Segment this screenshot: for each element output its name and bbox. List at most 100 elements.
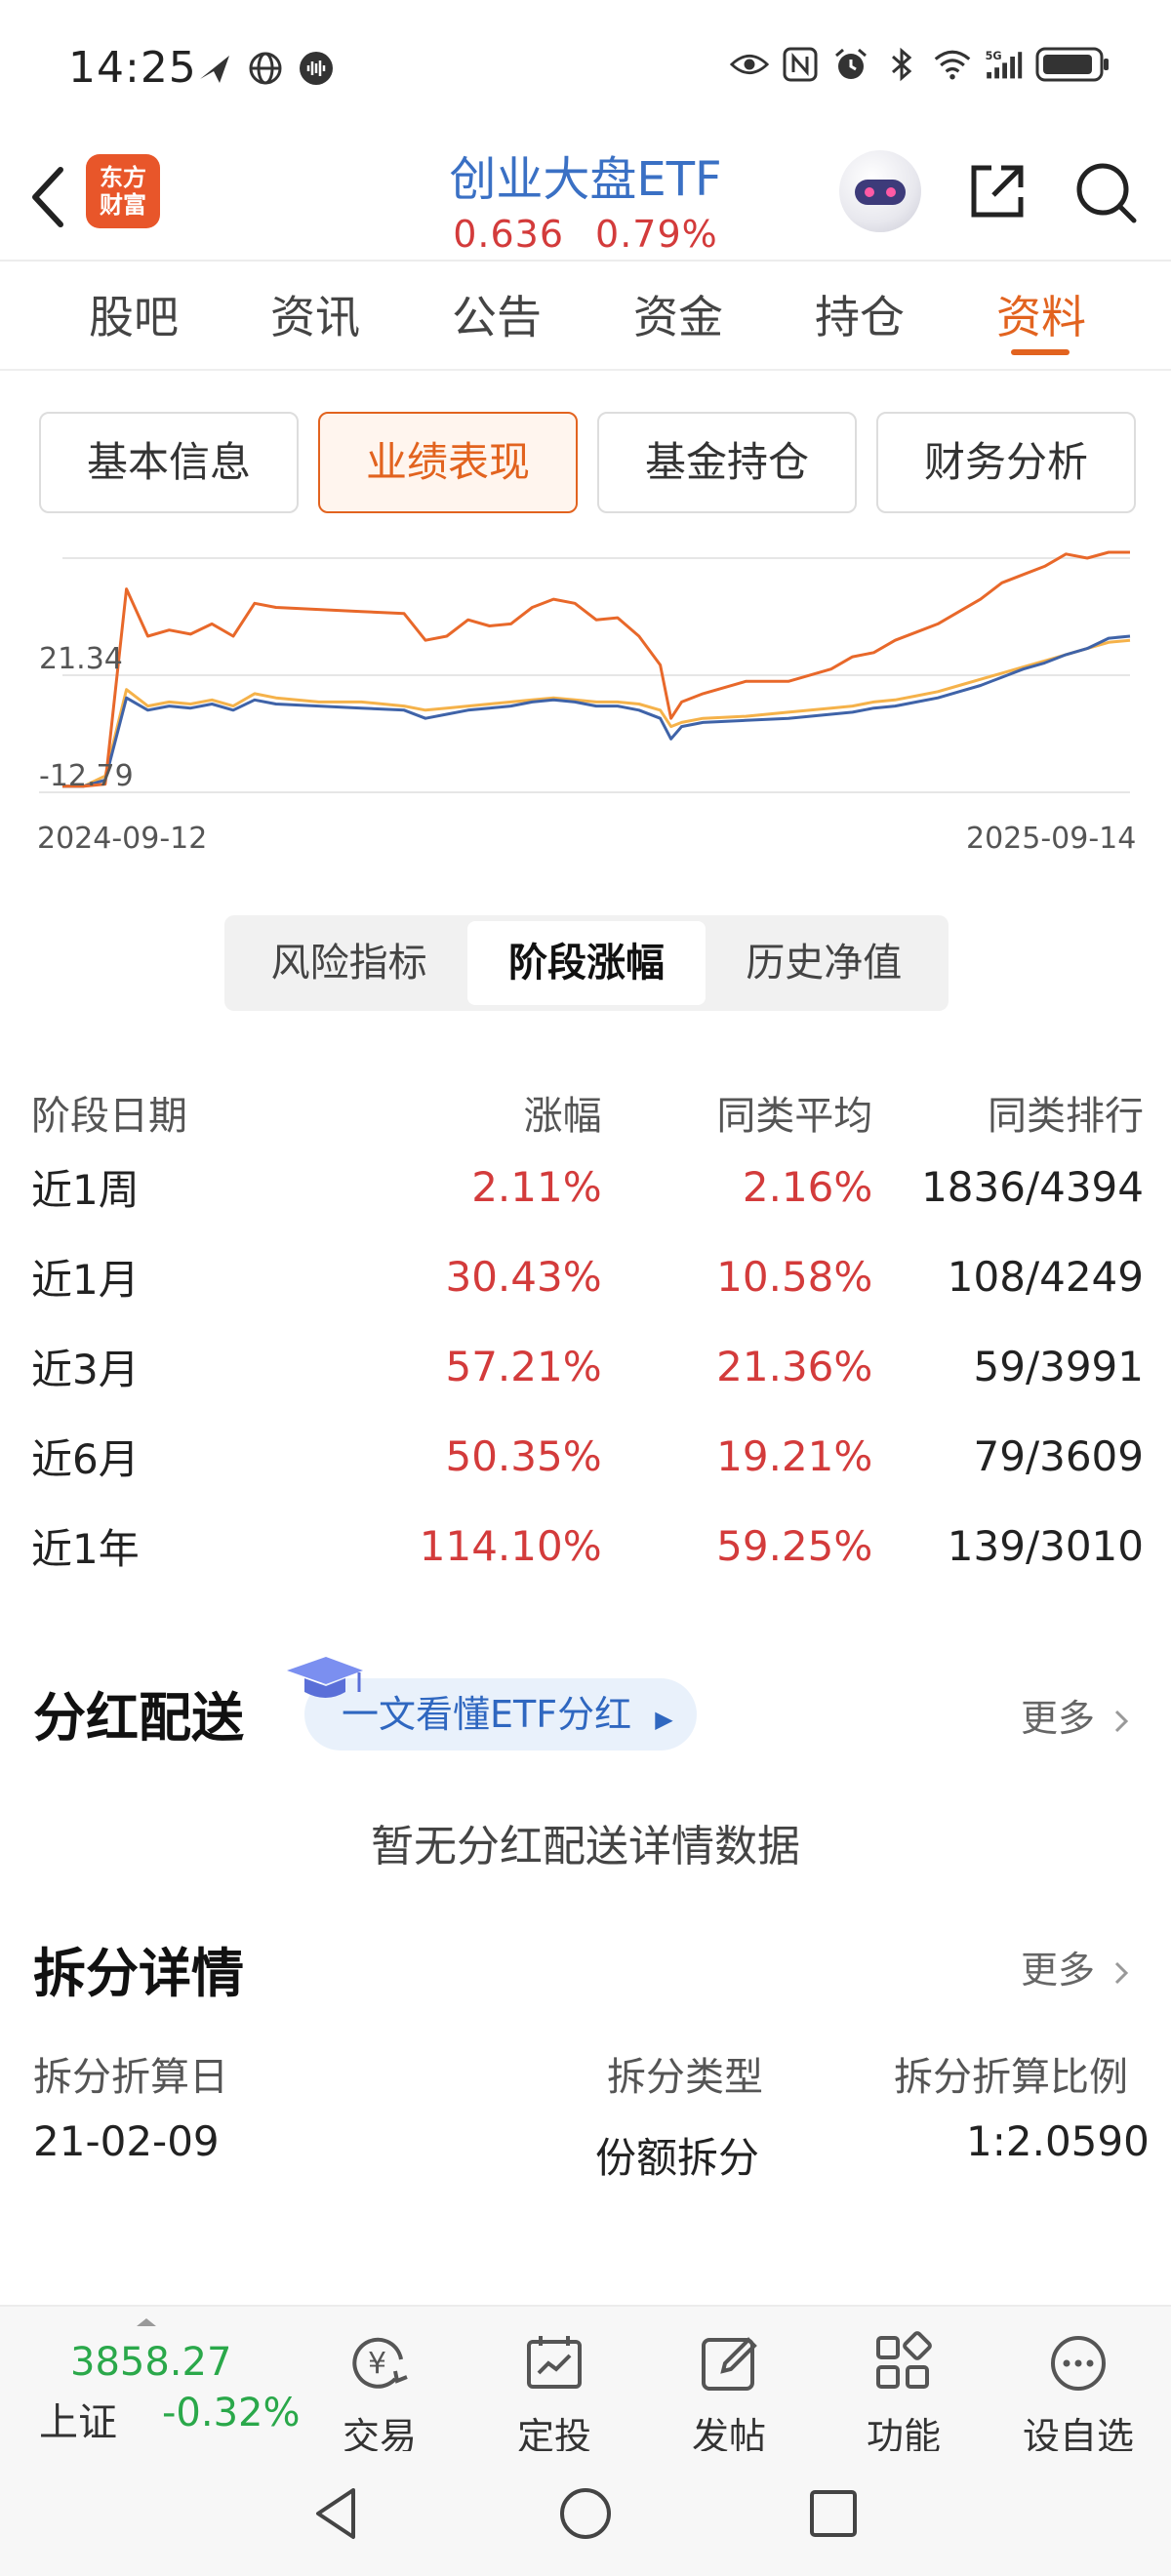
table-header: 阶段日期 涨幅 同类平均 同类排行: [31, 1083, 1144, 1142]
nav-post[interactable]: 发帖: [666, 2316, 792, 2460]
header-period: 阶段日期: [31, 1094, 187, 1139]
row-peer-avg: 21.36%: [716, 1342, 873, 1390]
nav-auto-invest[interactable]: 定投: [491, 2316, 618, 2460]
row-peer-rank: 108/4249: [947, 1252, 1144, 1301]
fund-price: 0.636: [453, 213, 565, 256]
square-recents-icon: [810, 2490, 857, 2537]
robot-eye-right: [886, 187, 896, 197]
split-header-type: 拆分类型: [607, 2055, 763, 2100]
seg-risk-metrics[interactable]: 风险指标: [230, 921, 467, 1005]
subtab-financial-analysis[interactable]: 财务分析: [876, 412, 1136, 513]
dividend-more-link[interactable]: 更多: [1021, 1688, 1132, 1742]
nav-trade[interactable]: ¥ 交易: [316, 2316, 443, 2460]
nav-add-watchlist[interactable]: 设自选: [1015, 2316, 1142, 2460]
globe-icon: [246, 49, 285, 88]
graduation-cap-icon: [283, 1653, 365, 1711]
tab-profile[interactable]: 资料: [950, 263, 1132, 369]
split-header-ratio: 拆分折算比例: [894, 2055, 1128, 2100]
ai-assistant-avatar[interactable]: [839, 150, 921, 232]
sub-tab-bar: 基本信息 业绩表现 基金持仓 财务分析: [39, 412, 1136, 513]
row-period: 近1周: [31, 1165, 140, 1214]
table-row: 近3月 57.21% 21.36% 59/3991: [31, 1321, 1144, 1411]
nav-functions[interactable]: 功能: [840, 2316, 967, 2460]
row-peer-rank: 59/3991: [973, 1342, 1144, 1390]
more-label: 更多: [1021, 1949, 1096, 1992]
tab-announcements[interactable]: 公告: [406, 263, 587, 369]
tab-guba[interactable]: 股吧: [43, 263, 224, 369]
tab-fund-flow[interactable]: 资金: [587, 263, 769, 369]
table-row: 近1周 2.11% 2.16% 1836/4394: [31, 1142, 1144, 1231]
index-value: 3858.27: [70, 2340, 232, 2385]
row-period: 近1月: [31, 1255, 140, 1304]
row-change: 57.21%: [445, 1342, 602, 1390]
y-tick-label: -12.79: [39, 759, 134, 793]
row-peer-avg: 10.58%: [716, 1252, 873, 1301]
svg-text:¥: ¥: [368, 2347, 386, 2381]
table-row: 近1年 114.10% 59.25% 139/3010: [31, 1501, 1144, 1590]
chevron-left-icon: [32, 167, 63, 227]
row-period: 近1年: [31, 1524, 140, 1573]
circle-home-icon: [560, 2488, 611, 2539]
voice-icon: [297, 49, 336, 88]
row-peer-avg: 19.21%: [716, 1431, 873, 1480]
robot-eye-left: [865, 187, 874, 197]
x-tick-label: 2024-09-12: [37, 822, 208, 856]
system-back-button[interactable]: [306, 2482, 369, 2545]
app-header: 东方财富 创业大盘ETF 0.636 0.79%: [0, 137, 1171, 262]
subtab-basic-info[interactable]: 基本信息: [39, 412, 299, 513]
back-button[interactable]: [21, 158, 76, 236]
share-icon: [971, 165, 1024, 218]
system-navigation-bar: [0, 2451, 1171, 2576]
yen-refresh-icon: ¥: [352, 2337, 408, 2389]
index-name: 上证: [39, 2400, 117, 2445]
paper-plane-icon: [195, 49, 234, 88]
split-header-date: 拆分折算日: [33, 2055, 228, 2100]
more-dots-icon: [1051, 2336, 1106, 2391]
header-peer-avg: 同类平均: [716, 1094, 873, 1139]
system-home-button[interactable]: [554, 2482, 617, 2545]
main-tab-bar: 股吧 资讯 公告 资金 持仓 资料: [0, 263, 1171, 371]
chevron-right-icon: [1115, 1961, 1129, 1984]
row-change: 114.10%: [419, 1521, 602, 1570]
tab-news[interactable]: 资讯: [224, 263, 406, 369]
nfc-icon: [781, 45, 820, 84]
performance-chart[interactable]: 21.34 -12.79 2024-09-12 2025-09-14: [0, 546, 1171, 878]
robot-icon: [855, 180, 906, 205]
grid-apps-icon: [876, 2331, 932, 2389]
alarm-icon: [831, 45, 870, 84]
search-button[interactable]: [1073, 160, 1138, 224]
edit-icon: [702, 2337, 757, 2391]
seg-nav-history[interactable]: 历史净值: [706, 921, 943, 1005]
tab-holdings[interactable]: 持仓: [769, 263, 950, 369]
svg-text:5G: 5G: [986, 50, 1002, 62]
fund-title: 创业大盘ETF: [449, 152, 722, 207]
y-tick-label: 21.34: [39, 642, 123, 676]
row-change: 30.43%: [445, 1252, 602, 1301]
row-peer-avg: 59.25%: [716, 1521, 873, 1570]
row-peer-rank: 139/3010: [947, 1521, 1144, 1570]
header-peer-rank: 同类排行: [988, 1094, 1144, 1139]
split-section-title: 拆分详情: [33, 1943, 244, 2004]
chart-calendar-icon: [527, 2336, 582, 2389]
share-button[interactable]: [966, 160, 1029, 222]
guide-link-label: 一文看懂ETF分红: [342, 1693, 632, 1736]
system-recents-button[interactable]: [802, 2482, 865, 2545]
subtab-fund-holdings[interactable]: 基金持仓: [597, 412, 857, 513]
row-peer-rank: 1836/4394: [921, 1162, 1144, 1211]
index-change: -0.32%: [162, 2391, 301, 2435]
dividend-section-title: 分红配送: [33, 1687, 244, 1749]
x-tick-label: 2025-09-14: [966, 822, 1137, 856]
app-logo: 东方财富: [86, 154, 160, 228]
triangle-back-icon: [316, 2488, 355, 2539]
fund-change: 0.79%: [595, 213, 718, 256]
status-bar: 14:25 5G: [0, 0, 1171, 137]
split-more-link[interactable]: 更多: [1021, 1940, 1132, 1993]
seg-period-returns[interactable]: 阶段涨幅: [467, 921, 706, 1005]
row-period: 近6月: [31, 1434, 140, 1483]
series-line-peer_average: [62, 638, 1131, 788]
subtab-performance[interactable]: 业绩表现: [318, 412, 578, 513]
split-date: 21-02-09: [33, 2117, 220, 2165]
performance-segmented-control: 风险指标 阶段涨幅 历史净值: [224, 915, 949, 1011]
header-change: 涨幅: [523, 1094, 602, 1139]
eye-icon: [730, 45, 769, 84]
